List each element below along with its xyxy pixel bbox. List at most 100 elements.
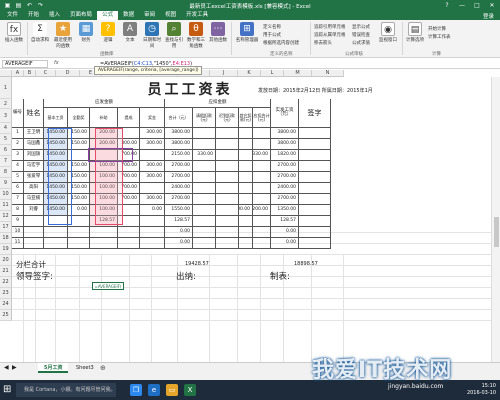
salary-value-cell[interactable]: 3800.00 xyxy=(165,128,193,139)
column-header[interactable]: J xyxy=(210,70,238,77)
vertical-scrollbar[interactable] xyxy=(491,77,500,362)
salary-value-cell[interactable]: 200.00 xyxy=(239,205,253,216)
signature-cell[interactable] xyxy=(299,216,331,227)
salary-value-cell[interactable] xyxy=(216,150,239,161)
row-header[interactable]: 12 xyxy=(0,211,12,222)
name-box[interactable]: AVERAGEIF xyxy=(2,60,48,68)
salary-value-cell[interactable] xyxy=(193,194,216,205)
salary-value-cell[interactable] xyxy=(193,227,216,238)
watch-window-button[interactable]: ◉ 监视窗口 xyxy=(378,22,398,43)
login-link[interactable]: 登录 xyxy=(477,11,500,20)
salary-value-cell[interactable] xyxy=(239,172,253,183)
row-header[interactable]: 20 xyxy=(0,255,12,266)
tab-review[interactable]: 审阅 xyxy=(139,11,160,20)
row-header[interactable]: 8 xyxy=(0,167,12,178)
calculate-now-button[interactable]: 开始计算 xyxy=(428,26,446,32)
evaluate-formula-button[interactable]: 公式求值 xyxy=(352,40,370,46)
salary-value-cell[interactable]: 0.00 xyxy=(140,205,165,216)
salary-value-cell[interactable] xyxy=(216,194,239,205)
fx-button[interactable]: fx xyxy=(54,60,59,66)
column-header[interactable]: A xyxy=(12,70,24,77)
salary-value-cell[interactable] xyxy=(239,194,253,205)
salary-value-cell[interactable] xyxy=(239,139,253,150)
salary-value-cell[interactable] xyxy=(239,216,253,227)
math-button[interactable]: θ 数学和三角函数 xyxy=(185,22,207,49)
windows-start-icon[interactable]: ⊞ xyxy=(3,385,13,395)
header-actual-pay[interactable]: 实发工资（元） xyxy=(271,99,299,128)
header-name[interactable]: 姓名 xyxy=(24,99,44,128)
cortana-search-box[interactable]: 我是 Cortana，小娜。有问题尽管问我。 xyxy=(16,383,116,397)
row-number-cell[interactable]: 4 xyxy=(12,161,24,172)
active-cell-editor[interactable]: =AVERAGEIF( xyxy=(92,282,124,290)
tab-developer[interactable]: 开发工具 xyxy=(181,11,213,20)
salary-value-cell[interactable] xyxy=(140,216,165,227)
subheader-cell[interactable]: 合计（元） xyxy=(165,108,193,128)
calculation-options-button[interactable]: ▤ 计算选项 xyxy=(405,22,425,43)
salary-value-cell[interactable] xyxy=(44,227,68,238)
row-header[interactable]: 24 xyxy=(0,299,12,310)
salary-value-cell[interactable] xyxy=(216,139,239,150)
employee-name-cell[interactable]: 刘国旗 xyxy=(24,150,44,161)
add-sheet-icon[interactable]: ⊕ xyxy=(100,364,106,372)
signature-cell[interactable] xyxy=(299,183,331,194)
salary-value-cell[interactable] xyxy=(253,139,271,150)
subheader-cell[interactable]: 全勤奖 xyxy=(68,108,90,128)
subheader-cell[interactable]: 请假扣款(元) xyxy=(193,108,216,128)
row-number-cell[interactable]: 8 xyxy=(12,205,24,216)
signature-cell[interactable] xyxy=(299,194,331,205)
row-number-cell[interactable]: 3 xyxy=(12,150,24,161)
row-number-cell[interactable]: 7 xyxy=(12,194,24,205)
salary-value-cell[interactable]: 300.00 xyxy=(140,161,165,172)
salary-value-cell[interactable] xyxy=(216,216,239,227)
subheader-cell[interactable]: 应扣合计(元) xyxy=(253,108,271,128)
salary-value-cell[interactable] xyxy=(216,172,239,183)
salary-value-cell[interactable] xyxy=(253,161,271,172)
salary-value-cell[interactable] xyxy=(118,238,140,249)
excel-taskbar-icon[interactable]: X xyxy=(184,384,196,396)
file-explorer-icon[interactable]: ▭ xyxy=(166,384,178,396)
salary-value-cell[interactable]: 2700.00 xyxy=(271,194,299,205)
subheader-cell[interactable]: 奖金 xyxy=(140,108,165,128)
salary-value-cell[interactable]: 330.00 xyxy=(253,150,271,161)
signature-cell[interactable] xyxy=(299,128,331,139)
employee-name-cell[interactable] xyxy=(24,227,44,238)
taskbar-clock[interactable]: 15:10 2016-03-10 xyxy=(467,383,496,397)
salary-value-cell[interactable]: 300.00 xyxy=(140,172,165,183)
salary-value-cell[interactable]: 2400.00 xyxy=(271,183,299,194)
salary-value-cell[interactable] xyxy=(193,161,216,172)
salary-value-cell[interactable] xyxy=(216,238,239,249)
row-number-cell[interactable]: 10 xyxy=(12,227,24,238)
salary-value-cell[interactable] xyxy=(253,216,271,227)
edge-browser-icon[interactable]: e xyxy=(148,384,160,396)
row-header[interactable]: 7 xyxy=(0,156,12,167)
employee-name-cell[interactable]: 王卫明 xyxy=(24,128,44,139)
employee-name-cell[interactable] xyxy=(24,238,44,249)
salary-value-cell[interactable]: 0.00 xyxy=(271,238,299,249)
financial-button[interactable]: ▦ 财务 xyxy=(75,22,97,43)
signature-cell[interactable] xyxy=(299,172,331,183)
minimize-button[interactable]: — xyxy=(456,1,468,10)
tab-file[interactable]: 文件 xyxy=(2,11,23,20)
salary-value-cell[interactable]: 128.57 xyxy=(165,216,193,227)
salary-value-cell[interactable]: 2150.00 xyxy=(165,150,193,161)
salary-value-cell[interactable]: 1350.00 xyxy=(271,205,299,216)
row-header[interactable]: 21 xyxy=(0,266,12,277)
close-button[interactable]: ✕ xyxy=(486,1,498,10)
row-number-cell[interactable]: 1 xyxy=(12,128,24,139)
header-deductions[interactable]: 应扣金额 xyxy=(165,99,271,108)
signature-cell[interactable] xyxy=(299,150,331,161)
column-header[interactable]: N xyxy=(312,70,344,77)
salary-value-cell[interactable] xyxy=(193,205,216,216)
tab-data[interactable]: 数据 xyxy=(118,11,139,20)
salary-value-cell[interactable] xyxy=(140,183,165,194)
salary-value-cell[interactable] xyxy=(239,150,253,161)
salary-value-cell[interactable] xyxy=(68,238,90,249)
trace-precedents-button[interactable]: 追踪引用单元格 xyxy=(314,24,346,30)
signature-cell[interactable] xyxy=(299,205,331,216)
employee-name-cell[interactable] xyxy=(24,216,44,227)
salary-value-cell[interactable] xyxy=(193,139,216,150)
salary-value-cell[interactable] xyxy=(193,183,216,194)
show-formulas-button[interactable]: 显示公式 xyxy=(352,24,370,30)
salary-value-cell[interactable]: 3800.00 xyxy=(271,128,299,139)
column-header[interactable]: L xyxy=(261,70,284,77)
